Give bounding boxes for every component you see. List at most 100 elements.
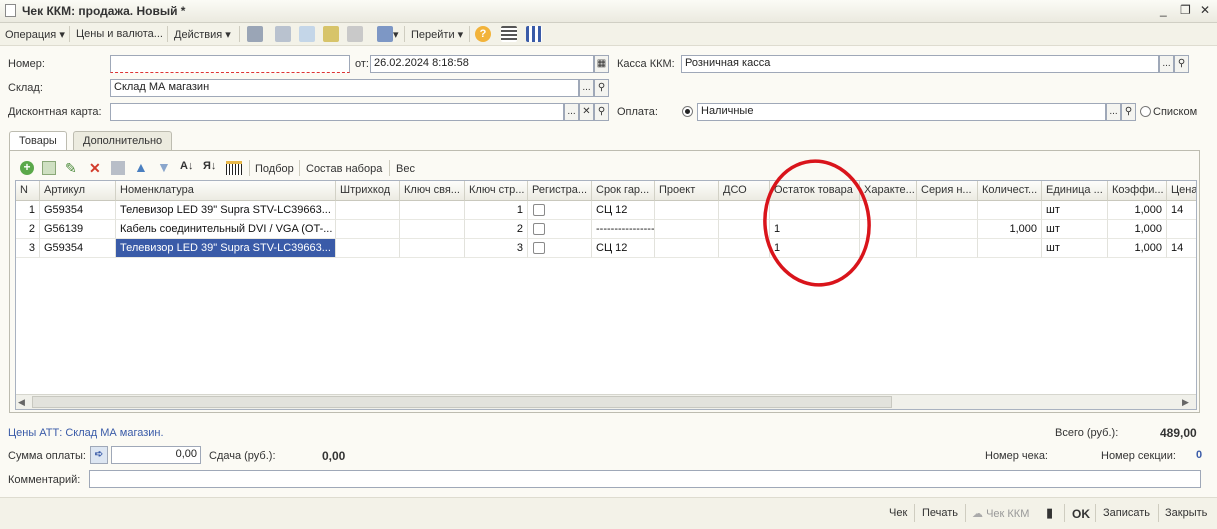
kkm-search-icon[interactable]: ⚲: [1174, 55, 1189, 73]
save-button[interactable]: Записать: [1103, 507, 1150, 519]
warehouse-search-icon[interactable]: ⚲: [594, 79, 609, 97]
end-edit-icon[interactable]: [111, 161, 125, 175]
discount-card-field[interactable]: [110, 103, 564, 121]
settings-list-icon[interactable]: [526, 26, 542, 42]
col-price[interactable]: Цена: [1167, 181, 1196, 201]
prices-link[interactable]: Цены АТТ: Склад МА магазин.: [8, 427, 164, 439]
change-value: 0,00: [322, 449, 346, 463]
col-row-key[interactable]: Ключ стр...: [465, 181, 528, 201]
payment-type-radio[interactable]: [682, 106, 693, 117]
cell-quantity: 1,000: [978, 220, 1042, 239]
number-label: Номер:: [8, 58, 45, 70]
title-bar: Чек ККМ: продажа. Новый * _ ❐ ✕: [0, 0, 1217, 23]
col-name[interactable]: Номенклатура: [116, 181, 336, 201]
date-field[interactable]: 26.02.2024 8:18:58: [370, 55, 594, 73]
col-coefficient[interactable]: Коэффи...: [1108, 181, 1167, 201]
col-barcode[interactable]: Штрихкод: [336, 181, 400, 201]
kit-button[interactable]: Состав набора: [306, 163, 382, 175]
kkm-select-button[interactable]: ...: [1159, 55, 1174, 73]
number-field[interactable]: [110, 55, 350, 73]
print-preview-icon[interactable]: [347, 26, 363, 42]
col-article[interactable]: Артикул: [40, 181, 116, 201]
close-button[interactable]: Закрыть: [1165, 507, 1207, 519]
col-register[interactable]: Регистра...: [528, 181, 592, 201]
help-icon[interactable]: ?: [475, 26, 491, 42]
calendar-icon[interactable]: ▦: [594, 55, 609, 73]
pay-arrow-icon[interactable]: ➪: [90, 446, 108, 464]
register-checkbox[interactable]: [533, 204, 545, 216]
scroll-left-icon[interactable]: ◀: [18, 397, 25, 408]
cell-register: [528, 220, 592, 239]
scrollbar-thumb[interactable]: [32, 396, 892, 408]
operation-menu[interactable]: Операция ▾: [5, 28, 65, 41]
ok-button[interactable]: OK: [1072, 507, 1090, 521]
pick-button[interactable]: Подбор: [255, 163, 294, 175]
kkm-check-button[interactable]: ☁ Чек ККМ: [972, 507, 1029, 520]
delete-row-icon[interactable]: ✕: [89, 160, 101, 177]
bottom-action-bar: Чек Печать ☁ Чек ККМ ▮ OK Записать Закры…: [0, 497, 1217, 529]
copy-document-icon[interactable]: [299, 26, 315, 42]
fiscal-device-icon[interactable]: ▮: [1046, 505, 1053, 521]
payment-field[interactable]: Наличные: [697, 103, 1106, 121]
cell-barcode: [336, 201, 400, 220]
discount-clear-icon[interactable]: ✕: [579, 103, 594, 121]
minimize-icon[interactable]: _: [1160, 3, 1167, 17]
sort-desc-icon[interactable]: Я↓: [203, 160, 216, 172]
register-checkbox[interactable]: [533, 223, 545, 235]
close-icon[interactable]: ✕: [1200, 3, 1210, 17]
move-up-icon[interactable]: ▲: [134, 159, 148, 175]
based-on-dropdown[interactable]: ▾: [393, 28, 399, 41]
unpost-icon[interactable]: [275, 26, 291, 42]
restore-icon[interactable]: ❐: [1180, 3, 1191, 17]
comment-label: Комментарий:: [8, 474, 81, 486]
sort-asc-icon[interactable]: A↓: [180, 160, 193, 172]
comment-field[interactable]: [89, 470, 1201, 488]
print-button[interactable]: Печать: [922, 507, 958, 519]
warehouse-select-button[interactable]: ...: [579, 79, 594, 97]
based-on-icon[interactable]: [377, 26, 393, 42]
cell-warranty: СЦ 12: [592, 201, 655, 220]
cell-barcode: [336, 239, 400, 258]
discount-search-icon[interactable]: ⚲: [594, 103, 609, 121]
col-warranty[interactable]: Срок гар...: [592, 181, 655, 201]
edit-row-icon[interactable]: ✎: [65, 160, 77, 177]
register-checkbox[interactable]: [533, 242, 545, 254]
copy-row-icon[interactable]: [42, 161, 56, 175]
col-project[interactable]: Проект: [655, 181, 719, 201]
list-radio[interactable]: [1140, 106, 1151, 117]
goods-table[interactable]: N Артикул Номенклатура Штрихкод Ключ свя…: [15, 180, 1197, 410]
cell-row-key: 2: [465, 220, 528, 239]
payment-search-icon[interactable]: ⚲: [1121, 103, 1136, 121]
prices-currency-button[interactable]: Цены и валюта...: [76, 28, 163, 40]
col-link-key[interactable]: Ключ свя...: [400, 181, 465, 201]
payment-select-button[interactable]: ...: [1106, 103, 1121, 121]
movements-icon[interactable]: [323, 26, 339, 42]
cell-article: G59354: [40, 201, 116, 220]
cell-warranty: СЦ 12: [592, 239, 655, 258]
col-unit[interactable]: Единица ...: [1042, 181, 1108, 201]
goto-menu[interactable]: Перейти ▾: [411, 28, 463, 41]
payment-sum-field[interactable]: 0,00: [111, 446, 201, 464]
weight-button[interactable]: Вес: [396, 163, 415, 175]
kkm-field[interactable]: Розничная касса: [681, 55, 1159, 73]
col-series[interactable]: Серия н...: [917, 181, 978, 201]
horizontal-scrollbar[interactable]: ◀ ▶: [16, 394, 1196, 409]
post-icon[interactable]: [247, 26, 263, 42]
tab-additional[interactable]: Дополнительно: [73, 131, 173, 150]
cell-coefficient: 1,000: [1108, 201, 1167, 220]
structure-icon[interactable]: [501, 26, 517, 42]
cell-name-selected[interactable]: Телевизор LED 39" Supra STV-LC39663...: [116, 239, 336, 258]
actions-menu[interactable]: Действия ▾: [174, 28, 231, 41]
col-quantity[interactable]: Количест...: [978, 181, 1042, 201]
discount-select-button[interactable]: ...: [564, 103, 579, 121]
cell-coefficient: 1,000: [1108, 239, 1167, 258]
warehouse-field[interactable]: Склад МА магазин: [110, 79, 579, 97]
tab-goods[interactable]: Товары: [9, 131, 67, 151]
add-row-icon[interactable]: +: [20, 161, 34, 175]
barcode-icon[interactable]: [226, 161, 242, 175]
scroll-right-icon[interactable]: ▶: [1182, 397, 1189, 408]
move-down-icon[interactable]: ▼: [157, 159, 171, 175]
change-label: Сдача (руб.):: [209, 450, 276, 462]
check-button[interactable]: Чек: [889, 507, 907, 519]
col-n[interactable]: N: [16, 181, 40, 201]
